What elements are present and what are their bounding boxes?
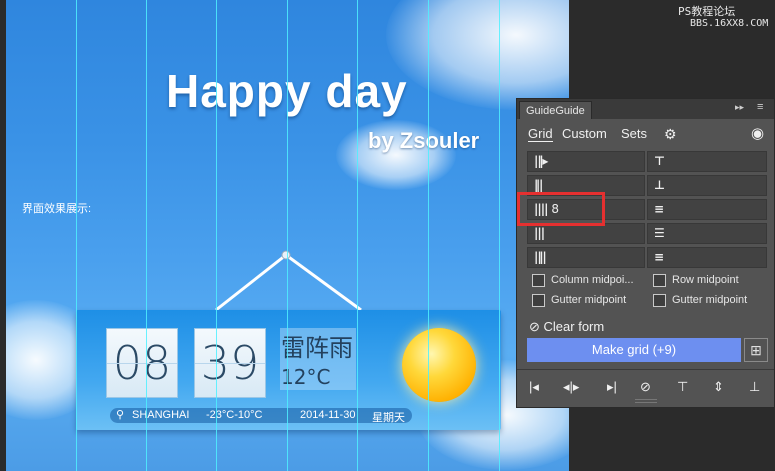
guide-left-icon[interactable]: |◂ xyxy=(529,379,539,395)
guide-line[interactable] xyxy=(428,0,429,471)
row-height-field[interactable]: ☰ xyxy=(647,223,767,244)
column-width-field[interactable]: ||| xyxy=(527,223,645,244)
eye-icon[interactable]: ◉ xyxy=(751,124,764,142)
toolbar-divider xyxy=(517,369,774,370)
rows-field[interactable]: ≡ xyxy=(647,199,767,220)
city-name: SHANGHAI xyxy=(132,409,190,421)
guideguide-panel: GuideGuide ▸▸ ≡ Grid Custom Sets ⚙ ◉ |‖▸… xyxy=(516,98,775,408)
row-gutter-icon: ≡ xyxy=(654,250,664,264)
clear-guides-icon[interactable]: ⊘ xyxy=(640,379,651,395)
clear-icon: ⊘ xyxy=(529,319,540,334)
row-midpoint-checkbox[interactable] xyxy=(653,274,666,287)
tab-sets[interactable]: Sets xyxy=(621,126,647,141)
panel-tab[interactable]: GuideGuide xyxy=(519,101,592,119)
column-midpoint-checkbox[interactable] xyxy=(532,274,545,287)
watermark-text: PS教程论坛 xyxy=(678,5,736,18)
row-margin-top-icon: ⊤ xyxy=(654,154,665,168)
gutter-midpoint-label-left: Gutter midpoint xyxy=(551,294,627,306)
location-pin-icon: ⚲ xyxy=(116,409,125,421)
gutter-midpoint-checkbox-right[interactable] xyxy=(653,294,666,307)
make-grid-button[interactable]: Make grid (+9) xyxy=(527,338,741,362)
column-margin-left-icon: |‖▸ xyxy=(534,154,548,168)
guide-center-vertical-icon[interactable]: ◂|▸ xyxy=(563,379,579,395)
guide-line[interactable] xyxy=(287,0,288,471)
row-margin-bottom-icon: ⊥ xyxy=(654,178,665,192)
panel-resize-grip[interactable] xyxy=(635,399,657,403)
collapse-icon[interactable]: ▸▸ xyxy=(735,102,744,113)
panel-menu-icon[interactable]: ≡ xyxy=(757,101,763,113)
minute-tile: 39 xyxy=(194,328,266,398)
gear-icon[interactable]: ⚙ xyxy=(664,126,677,143)
guide-right-icon[interactable]: ▸| xyxy=(607,379,617,395)
row-height-icon: ☰ xyxy=(654,226,665,240)
column-gutter-icon: |‖| xyxy=(534,250,547,264)
hour-tile: 08 xyxy=(106,328,178,398)
clear-form-label: Clear form xyxy=(543,319,605,334)
row-gutter-field[interactable]: ≡ xyxy=(647,247,767,268)
column-gutter-field[interactable]: |‖| xyxy=(527,247,645,268)
sun-icon xyxy=(402,328,476,402)
watermark-url: BBS.16XX8.COM xyxy=(690,18,769,29)
weather-condition: 雷阵雨 xyxy=(281,334,353,362)
guide-line[interactable] xyxy=(499,0,500,471)
clear-form-button[interactable]: ⊘ Clear form xyxy=(529,319,604,335)
row-margin-bottom-field[interactable]: ⊥ xyxy=(647,175,767,196)
column-margin-right-icon: ‖| xyxy=(534,178,543,192)
guide-line[interactable] xyxy=(146,0,147,471)
column-width-icon: ||| xyxy=(534,226,545,240)
guide-bottom-icon[interactable]: ⊥ xyxy=(749,379,760,395)
grid-icon[interactable]: ⊞ xyxy=(744,338,768,362)
weather-widget: 08 39 雷阵雨 12°C ⚲ SHANGHAI -23°C-10°C 201… xyxy=(76,310,501,430)
guide-top-icon[interactable]: ⊤ xyxy=(677,379,688,395)
row-midpoint-label: Row midpoint xyxy=(672,274,739,286)
current-temperature: 12°C xyxy=(281,365,331,389)
gutter-midpoint-checkbox-left[interactable] xyxy=(532,294,545,307)
tab-custom[interactable]: Custom xyxy=(562,126,607,141)
weekday: 星期天 xyxy=(372,412,405,424)
rows-icon: ≡ xyxy=(654,202,664,216)
column-margin-left-field[interactable]: |‖▸ xyxy=(527,151,645,172)
guide-center-horizontal-icon[interactable]: ⇕ xyxy=(713,379,724,395)
column-midpoint-label: Column midpoi... xyxy=(551,274,634,286)
temperature-range: -23°C-10°C xyxy=(206,409,263,421)
tab-grid[interactable]: Grid xyxy=(528,126,553,142)
gutter-midpoint-label-right: Gutter midpoint xyxy=(672,294,748,306)
date: 2014-11-30 xyxy=(300,409,356,421)
row-margin-top-field[interactable]: ⊤ xyxy=(647,151,767,172)
guide-line[interactable] xyxy=(357,0,358,471)
guide-line[interactable] xyxy=(216,0,217,471)
panel-header: GuideGuide ▸▸ ≡ xyxy=(517,99,774,119)
guide-line[interactable] xyxy=(76,0,77,471)
highlight-box xyxy=(517,192,605,226)
